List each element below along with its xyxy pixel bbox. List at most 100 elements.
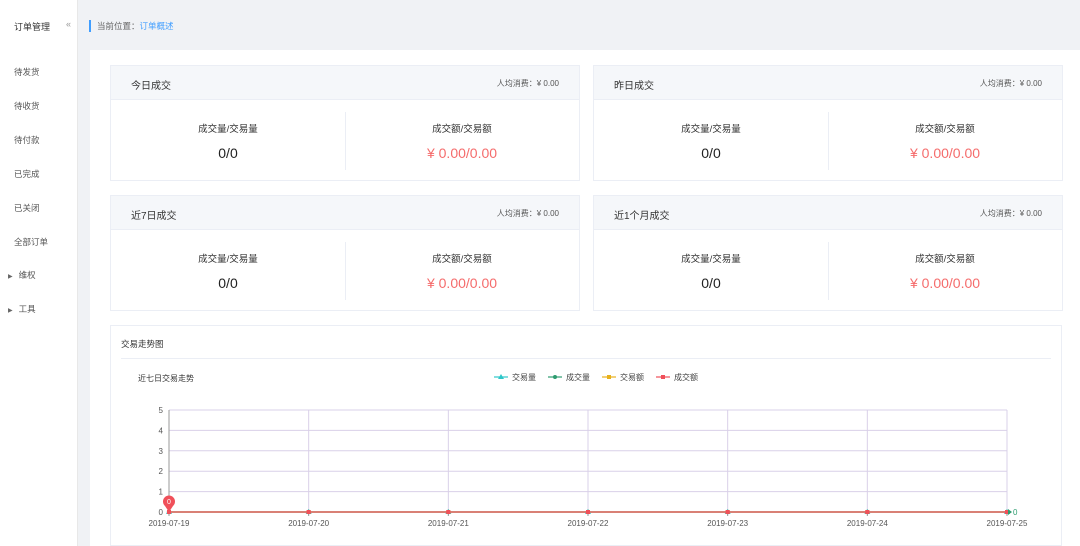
legend-marker [607,375,611,379]
breadcrumb: 当前位置：订单概述 [89,20,174,32]
y-tick-label: 1 [159,488,164,497]
trend-panel: 交易走势图 近七日交易走势 0 1 2 3 4 5 2019-07-19 2019-07-20 2… [110,325,1062,546]
col-value: ¥ 0.00/0.00 [426,145,498,161]
card-last-7-days: 近7日成交 人均消费：¥ 0.00 成交量/交易量 0/0 成交额/交易额 ¥ … [110,195,580,311]
card-col-volume: 成交量/交易量 0/0 [111,100,345,180]
data-point [586,510,590,514]
card-col-amount: 成交额/交易额 ¥ 0.00/0.00 [345,100,579,180]
sidebar-item-tools[interactable]: ▶ 工具 [8,303,36,315]
caret-right-icon: ▶ [8,308,13,314]
sidebar-item-completed[interactable]: 已完成 [14,168,40,180]
x-tick-label: 2019-07-19 [149,519,190,528]
card-title: 近1个月成交 [614,211,670,222]
data-point [446,510,451,514]
breadcrumb-current[interactable]: 订单概述 [140,21,174,31]
sidebar-title: 订单管理 [14,22,51,32]
col-value: 0/0 [701,145,721,161]
card-title: 昨日成交 [614,81,654,92]
top-bar: 当前位置：订单概述 [78,0,1080,48]
caret-right-icon: ▶ [8,274,13,280]
card-body: 成交量/交易量 0/0 成交额/交易额 ¥ 0.00/0.00 [111,100,579,180]
sidebar-item-label: 待收货 [14,101,40,111]
card-body: 成交量/交易量 0/0 成交额/交易额 ¥ 0.00/0.00 [594,100,1062,180]
card-avg-spend: 人均消费：¥ 0.00 [979,79,1042,88]
y-tick-label: 2 [159,467,164,476]
card-title: 今日成交 [131,81,171,92]
legend-marker [661,375,665,379]
collapse-icon[interactable]: « [66,19,71,29]
sidebar-item-label: 已关闭 [14,203,40,213]
sidebar-item-pending-shipment[interactable]: 待发货 [14,66,40,78]
legend-label: 交易额 [620,372,644,382]
col-label: 成交量/交易量 [681,124,741,135]
sidebar-item-label: 全部订单 [14,237,49,247]
x-tick-label: 2019-07-23 [707,519,748,528]
card-col-amount: 成交额/交易额 ¥ 0.00/0.00 [828,230,1062,310]
x-tick-label: 2019-07-22 [568,519,609,528]
breadcrumb-prefix: 当前位置： [97,21,140,31]
legend-label: 成交额 [674,372,698,382]
col-value: ¥ 0.00/0.00 [909,145,981,161]
card-last-month: 近1个月成交 人均消费：¥ 0.00 成交量/交易量 0/0 成交额/交易额 ¥… [593,195,1063,311]
y-tick-label: 4 [159,426,164,435]
end-label: 0 [1013,508,1018,517]
card-title: 近7日成交 [131,211,177,222]
data-point [306,510,311,514]
col-label: 成交量/交易量 [198,124,258,135]
col-label: 成交额/交易额 [432,254,492,265]
col-label: 成交额/交易额 [915,124,975,135]
card-col-amount: 成交额/交易额 ¥ 0.00/0.00 [828,100,1062,180]
col-label: 成交额/交易额 [432,124,492,135]
sidebar-item-pending-receipt[interactable]: 待收货 [14,100,40,112]
sidebar-item-pending-payment[interactable]: 待付款 [14,134,40,146]
sidebar-item-rights[interactable]: ▶ 维权 [8,269,36,281]
col-value: 0/0 [218,145,238,161]
card-col-amount: 成交额/交易额 ¥ 0.00/0.00 [345,230,579,310]
col-label: 成交量/交易量 [681,254,741,265]
card-col-volume: 成交量/交易量 0/0 [594,230,828,310]
y-tick-label: 3 [159,447,164,456]
col-value: ¥ 0.00/0.00 [909,275,981,291]
col-value: ¥ 0.00/0.00 [426,275,498,291]
card-avg-spend: 人均消费：¥ 0.00 [496,209,559,218]
card-avg-spend: 人均消费：¥ 0.00 [496,79,559,88]
col-value: 0/0 [218,275,238,291]
chart-title: 近七日交易走势 [138,373,194,383]
sidebar-item-all-orders[interactable]: 全部订单 [14,236,48,248]
end-marker [1008,509,1012,515]
sidebar-item-closed[interactable]: 已关闭 [14,202,40,214]
card-col-volume: 成交量/交易量 0/0 [594,100,828,180]
card-body: 成交量/交易量 0/0 成交额/交易额 ¥ 0.00/0.00 [594,230,1062,310]
sidebar-item-label: 维权 [18,270,36,280]
y-tick-label: 5 [159,406,164,415]
data-point [725,510,730,514]
card-header: 近1个月成交 人均消费：¥ 0.00 [594,196,1062,230]
card-header: 昨日成交 人均消费：¥ 0.00 [594,66,1062,100]
card-today: 今日成交 人均消费：¥ 0.00 成交量/交易量 0/0 成交额/交易额 ¥ 0… [110,65,580,181]
card-body: 成交量/交易量 0/0 成交额/交易额 ¥ 0.00/0.00 [111,230,579,310]
col-value: 0/0 [701,275,721,291]
x-tick-label: 2019-07-20 [288,519,329,528]
trend-chart: 近七日交易走势0123452019-07-19 2019-07-20 2019-07… [138,372,1028,528]
sidebar-item-label: 已完成 [14,169,40,179]
x-tick-label: 2019-07-25 [987,519,1028,528]
col-label: 成交量/交易量 [198,254,258,265]
legend-marker [553,375,557,379]
data-point [865,510,870,514]
card-header: 今日成交 人均消费：¥ 0.00 [111,66,579,100]
x-tick-label: 2019-07-21 [428,519,469,528]
sidebar-item-label: 待发货 [14,67,40,77]
x-tick-label: 2019-07-24 [847,519,888,528]
card-yesterday: 昨日成交 人均消费：¥ 0.00 成交量/交易量 0/0 成交额/交易额 ¥ 0… [593,65,1063,181]
card-avg-spend: 人均消费：¥ 0.00 [979,209,1042,218]
pin-label: 0 [167,499,171,506]
col-label: 成交额/交易额 [915,254,975,265]
card-header: 近7日成交 人均消费：¥ 0.00 [111,196,579,230]
sidebar: 订单管理 « 待发货 待收货 待付款 已完成 已关闭 全部订单 ▶ 维权 ▶ 工具 [0,0,78,546]
legend-label: 交易量 [512,372,536,382]
card-col-volume: 成交量/交易量 0/0 [111,230,345,310]
sidebar-item-label: 待付款 [14,135,40,145]
sidebar-item-label: 工具 [18,304,36,314]
y-tick-label: 0 [159,508,164,517]
legend-label: 成交量 [566,372,590,382]
